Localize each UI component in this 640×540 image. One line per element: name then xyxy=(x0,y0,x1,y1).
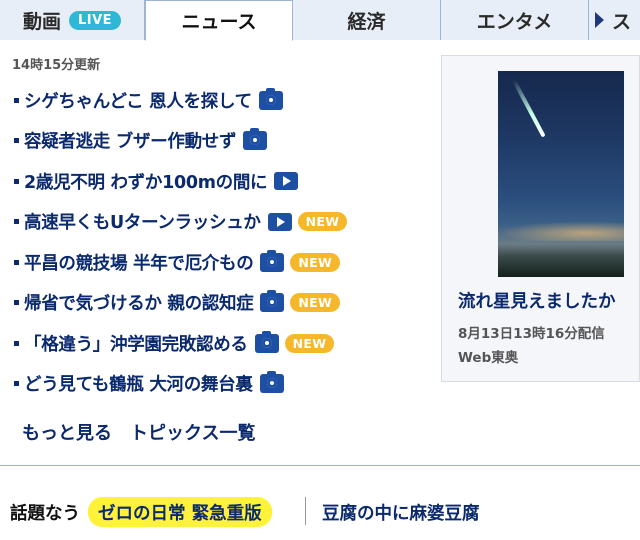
feature-card[interactable]: 流れ星見えましたか 8月13日13時16分配信 Web東奥 xyxy=(441,55,640,382)
camera-icon xyxy=(258,87,283,110)
headline-link[interactable]: どう見ても鶴瓶 大河の舞台裏 xyxy=(24,371,253,396)
more-link[interactable]: もっと見る xyxy=(22,419,112,445)
camera-icon xyxy=(259,371,284,394)
camera-icon xyxy=(260,290,285,313)
list-item: 容疑者逃走 ブザー作動せず xyxy=(14,121,434,162)
headline-link[interactable]: 平昌の競技場 半年で厄介もの xyxy=(24,250,254,275)
camera-icon xyxy=(260,249,285,272)
more-links: もっと見る トピックス一覧 xyxy=(22,419,255,445)
trending-highlight-link[interactable]: ゼロの日常 緊急重版 xyxy=(88,497,272,527)
bullet-icon xyxy=(14,340,19,346)
list-item: 平昌の競技場 半年で厄介もの NEW xyxy=(14,242,434,283)
new-badge: NEW xyxy=(290,293,341,313)
trending-label: 話題なう xyxy=(10,504,80,524)
tab-news-label: ニュース xyxy=(181,11,257,33)
tab-economy[interactable]: 経済 xyxy=(293,0,441,40)
new-badge: NEW xyxy=(297,212,348,232)
new-badge: NEW xyxy=(290,252,341,272)
bullet-icon xyxy=(14,97,19,103)
bullet-icon xyxy=(14,381,19,387)
update-time: 14時15分更新 xyxy=(12,58,101,73)
headline-link[interactable]: 2歳児不明 わずか100mの間に xyxy=(24,169,268,194)
topics-list-link[interactable]: トピックス一覧 xyxy=(130,419,255,445)
headline-link[interactable]: 容疑者逃走 ブザー作動せず xyxy=(24,128,237,153)
list-item: どう見ても鶴瓶 大河の舞台裏 xyxy=(14,364,434,405)
list-item: 2歳児不明 わずか100mの間に xyxy=(14,161,434,202)
camera-icon xyxy=(243,128,268,151)
tab-news[interactable]: ニュース xyxy=(145,0,293,41)
tab-video-label: 動画 xyxy=(22,10,61,33)
tab-entertainment-label: エンタメ xyxy=(476,10,553,33)
tab-sports[interactable]: ス xyxy=(589,0,640,40)
trending-item-link[interactable]: 豆腐の中に麻婆豆腐 xyxy=(322,500,480,525)
headline-link[interactable]: 「格違う」沖学園完敗認める xyxy=(24,331,248,356)
bullet-icon xyxy=(14,219,19,225)
bullet-icon xyxy=(14,138,19,144)
section-divider xyxy=(0,465,640,466)
camera-icon xyxy=(254,330,279,353)
feature-source: Web東奥 xyxy=(458,350,519,366)
headline-list: シゲちゃんどこ 恩人を探して 容疑者逃走 ブザー作動せず 2歳児不明 わずか10… xyxy=(14,80,434,404)
list-item: 「格違う」沖学園完敗認める NEW xyxy=(14,323,434,364)
video-icon xyxy=(267,212,292,231)
horizon-glow xyxy=(498,221,624,241)
headline-link[interactable]: 高速早くもUターンラッシュか xyxy=(24,209,261,234)
bullet-icon xyxy=(14,300,19,306)
feature-date: 8月13日13時16分配信 xyxy=(458,326,605,342)
headline-link[interactable]: 帰省で気づけるか 親の認知症 xyxy=(24,290,254,315)
tab-video[interactable]: 動画 LIVE xyxy=(0,0,145,40)
tab-economy-label: 経済 xyxy=(347,10,386,33)
chevron-right-icon[interactable] xyxy=(595,12,604,28)
headline-link[interactable]: シゲちゃんどこ 恩人を探して xyxy=(24,88,252,113)
tab-sports-label: ス xyxy=(612,10,632,33)
trending-separator xyxy=(305,497,306,525)
bullet-icon xyxy=(14,259,19,265)
live-badge: LIVE xyxy=(68,10,122,30)
tab-entertainment[interactable]: エンタメ xyxy=(441,0,589,40)
feature-image[interactable] xyxy=(498,71,624,277)
meteor-streak xyxy=(512,79,546,138)
category-tabs: 動画 LIVE ニュース 経済 エンタメ ス xyxy=(0,0,640,41)
feature-title[interactable]: 流れ星見えましたか xyxy=(458,288,616,313)
new-badge: NEW xyxy=(284,333,335,353)
video-icon xyxy=(274,172,299,191)
list-item: 帰省で気づけるか 親の認知症 NEW xyxy=(14,283,434,324)
bullet-icon xyxy=(14,178,19,184)
list-item: 高速早くもUターンラッシュか NEW xyxy=(14,202,434,243)
list-item: シゲちゃんどこ 恩人を探して xyxy=(14,80,434,121)
